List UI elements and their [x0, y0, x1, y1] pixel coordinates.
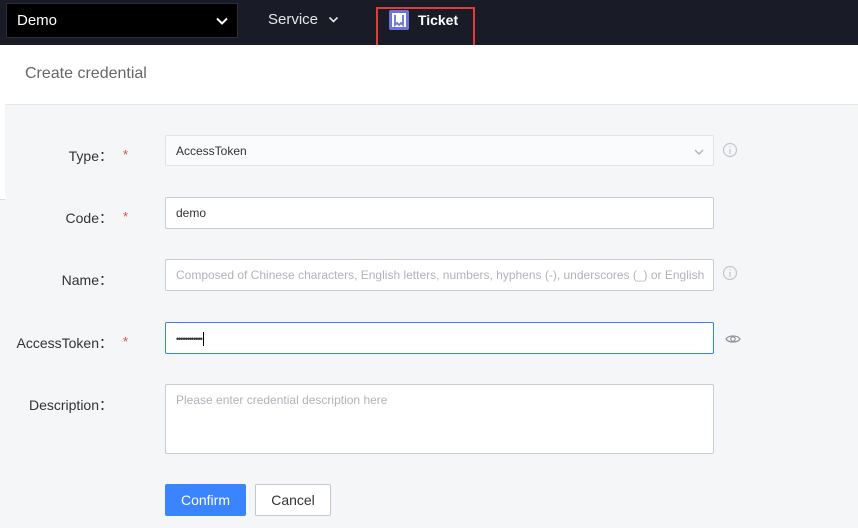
- required-mark: *: [123, 209, 129, 224]
- description-label: Description：: [28, 397, 113, 413]
- ticket-logo-icon: [389, 10, 409, 31]
- access-token-masked-value: ••••••••••••: [176, 334, 203, 344]
- chevron-down-icon: [694, 149, 704, 155]
- info-icon[interactable]: [722, 142, 738, 158]
- page-title: Create credential: [25, 65, 147, 82]
- name-label: Name：: [61, 272, 113, 288]
- access-token-label: AccessToken：: [16, 335, 113, 351]
- description-placeholder: Please enter credential description here: [176, 393, 388, 407]
- type-select[interactable]: AccessToken: [165, 135, 714, 166]
- name-input-placeholder: Composed of Chinese characters, English …: [176, 268, 705, 282]
- required-mark: *: [123, 147, 129, 162]
- eye-icon[interactable]: [725, 331, 741, 347]
- description-textarea[interactable]: Please enter credential description here: [165, 384, 714, 454]
- required-mark: *: [123, 334, 129, 349]
- confirm-button[interactable]: Confirm: [165, 484, 246, 516]
- nav-ticket-label: Ticket: [417, 12, 459, 28]
- cancel-button[interactable]: Cancel: [255, 484, 331, 516]
- top-nav-bar: Demo Service Ticket: [0, 0, 858, 45]
- type-select-value: AccessToken: [176, 144, 247, 158]
- code-input[interactable]: demo: [165, 197, 714, 229]
- info-icon[interactable]: [722, 265, 738, 281]
- code-input-value: demo: [176, 206, 207, 220]
- access-token-input[interactable]: ••••••••••••: [165, 322, 714, 354]
- divider: [0, 199, 5, 200]
- nav-service-label: Service: [268, 11, 319, 28]
- text-cursor: [202, 331, 204, 346]
- project-select[interactable]: Demo: [6, 3, 238, 38]
- name-input[interactable]: Composed of Chinese characters, English …: [165, 259, 714, 291]
- project-select-value: Demo: [17, 12, 58, 29]
- panel-header: Create credential: [5, 45, 858, 105]
- chevron-down-icon: [216, 17, 228, 25]
- type-label: Type：: [68, 148, 113, 164]
- chevron-down-icon: [329, 16, 339, 23]
- nav-service-menu[interactable]: Service: [268, 11, 339, 28]
- nav-ticket-link[interactable]: Ticket: [389, 10, 459, 31]
- code-label: Code：: [65, 210, 113, 226]
